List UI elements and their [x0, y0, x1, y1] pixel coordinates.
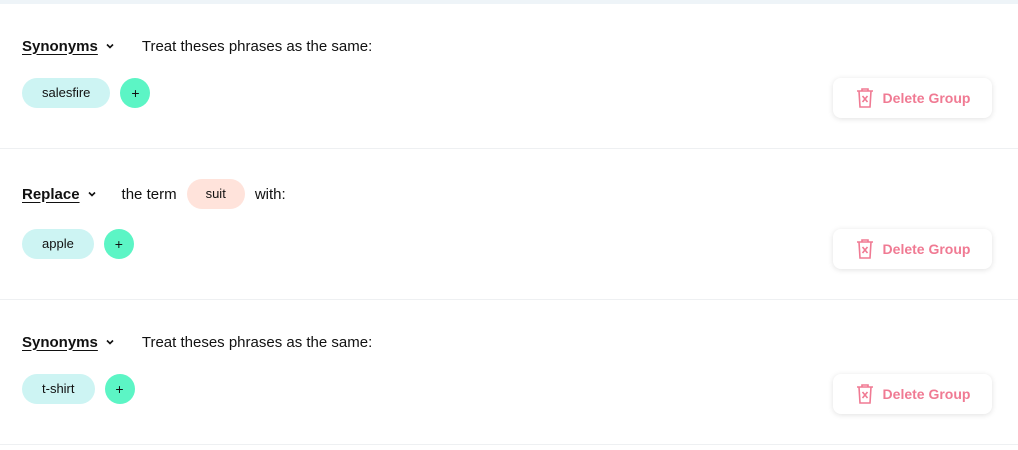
group-type-label: Synonyms — [22, 37, 98, 55]
group-description: Treat theses phrases as the same: — [141, 333, 373, 351]
group-type-label: Synonyms — [22, 333, 98, 351]
phrase-chip[interactable]: apple — [22, 229, 94, 259]
delete-group-button[interactable]: Delete Group — [833, 374, 992, 414]
delete-group-button[interactable]: Delete Group — [833, 229, 992, 269]
phrase-list: t-shirt + — [22, 374, 135, 404]
phrase-chip[interactable]: t-shirt — [22, 374, 95, 404]
group-header: Replace the term suit with: — [22, 179, 286, 209]
group-type-dropdown[interactable]: Replace — [22, 186, 98, 203]
group-description: Treat theses phrases as the same: — [141, 37, 373, 55]
group-type-dropdown[interactable]: Synonyms — [22, 38, 116, 55]
delete-group-label: Delete Group — [882, 241, 971, 257]
replace-prefix-text: the term — [121, 185, 177, 203]
replace-term-chip[interactable]: suit — [186, 179, 245, 209]
group-divider — [0, 299, 1018, 300]
add-phrase-button[interactable]: + — [103, 229, 134, 259]
delete-group-button[interactable]: Delete Group — [833, 78, 992, 118]
chevron-down-icon — [106, 339, 114, 345]
add-phrase-button[interactable]: + — [104, 374, 135, 404]
chevron-down-icon — [106, 43, 114, 49]
group-header: Synonyms Treat theses phrases as the sam… — [22, 331, 372, 353]
group-divider — [0, 444, 1018, 445]
trash-icon — [856, 88, 873, 108]
add-phrase-button[interactable]: + — [120, 78, 151, 108]
phrase-chip[interactable]: salesfire — [22, 78, 111, 108]
replace-suffix-text: with: — [254, 185, 286, 203]
chevron-down-icon — [87, 191, 96, 197]
group-divider — [0, 148, 1018, 149]
trash-icon — [856, 239, 873, 259]
phrase-list: salesfire + — [22, 78, 151, 108]
trash-icon — [856, 384, 873, 404]
top-border — [0, 0, 1018, 4]
delete-group-label: Delete Group — [882, 386, 971, 402]
group-header: Synonyms Treat theses phrases as the sam… — [22, 35, 372, 57]
group-type-label: Replace — [22, 185, 80, 203]
delete-group-label: Delete Group — [882, 90, 971, 106]
phrase-list: apple + — [22, 229, 134, 259]
group-type-dropdown[interactable]: Synonyms — [22, 334, 116, 351]
